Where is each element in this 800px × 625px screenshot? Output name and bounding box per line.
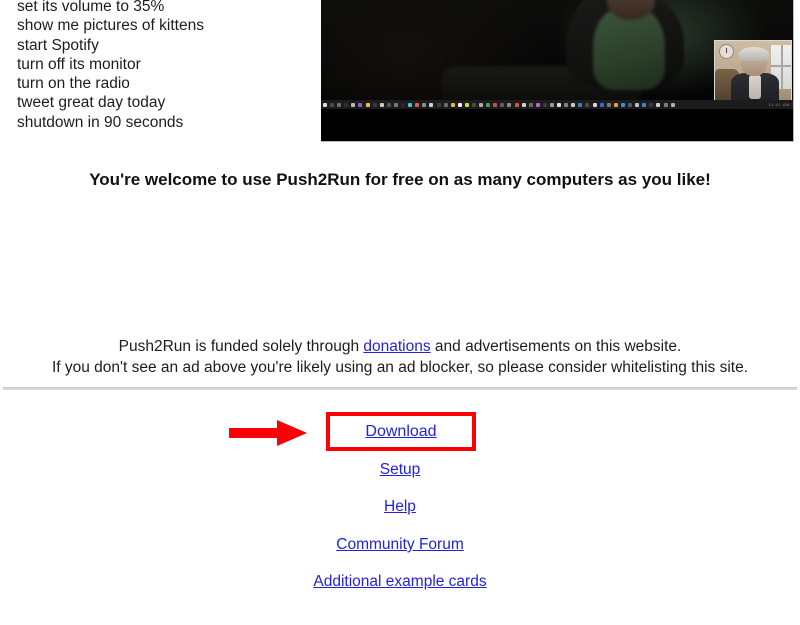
taskbar-icon [571, 102, 576, 107]
taskbar-icon [358, 102, 363, 107]
taskbar-icon [408, 102, 413, 107]
taskbar-icon [365, 102, 370, 107]
demo-video-thumbnail[interactable]: 11:41 AM [321, 0, 794, 142]
presenter-shirt [749, 75, 761, 99]
taskbar-icon [450, 102, 455, 107]
taskbar-icon [656, 102, 661, 107]
funding-line-2: If you don't see an ad above you're like… [51, 359, 749, 376]
taskbar-icon [635, 102, 640, 107]
taskbar-icon [323, 102, 327, 107]
taskbar-icon [493, 102, 498, 107]
taskbar-icon [620, 102, 625, 107]
community-forum-row: Community Forum [0, 536, 800, 554]
taskbar-icon [599, 102, 604, 107]
taskbar-icon [542, 102, 547, 107]
taskbar-icon [337, 102, 342, 107]
help-row: Help [0, 498, 800, 516]
taskbar-icon [351, 102, 356, 107]
funding-notice: Push2Run is funded solely through donati… [0, 336, 800, 378]
taskbar-icon [471, 102, 476, 107]
taskbar-icon [479, 102, 484, 107]
download-link[interactable]: Download [365, 423, 436, 441]
list-item: start Spotify [17, 36, 99, 54]
list-item: show me pictures of kittens [17, 17, 204, 35]
taskbar-icon [649, 102, 654, 107]
funding-text-before: Push2Run is funded solely through [118, 338, 364, 355]
taskbar-icon [429, 102, 434, 107]
taskbar-icon [500, 102, 505, 107]
taskbar-icon [443, 102, 448, 107]
windows-taskbar [321, 100, 793, 109]
clock-icon [719, 44, 734, 59]
taskbar-icon [613, 102, 618, 107]
taskbar-icon [393, 102, 398, 107]
community-forum-link[interactable]: Community Forum [336, 536, 463, 553]
taskbar-icon [592, 102, 597, 107]
setup-row: Setup [0, 461, 800, 479]
setup-link[interactable]: Setup [380, 461, 421, 478]
taskbar-icon [379, 102, 384, 107]
taskbar-tray-clock: 11:41 AM [768, 102, 790, 107]
taskbar-icon [557, 102, 562, 107]
taskbar-icon [585, 102, 590, 107]
video-screen-content [321, 0, 793, 110]
taskbar-icon [386, 102, 391, 107]
taskbar-icon [670, 102, 675, 107]
taskbar-icon [401, 102, 406, 107]
taskbar-icon [464, 102, 469, 107]
funding-line-1: Push2Run is funded solely through donati… [0, 336, 800, 357]
taskbar-icon [628, 102, 633, 107]
taskbar-icon [507, 102, 512, 107]
horizontal-divider [3, 387, 797, 390]
taskbar-icon [578, 102, 583, 107]
list-item: shutdown in 90 seconds [17, 113, 184, 131]
green-object [593, 8, 665, 90]
taskbar-icon [606, 102, 611, 107]
taskbar-icon [550, 102, 554, 107]
taskbar-icon [330, 102, 335, 107]
taskbar-icon [535, 102, 540, 107]
taskbar-icon [422, 102, 427, 107]
taskbar-icon [372, 102, 377, 107]
list-item: turn off its monitor [17, 55, 141, 73]
presenter-hair [739, 47, 769, 61]
page-title: You're welcome to use Push2Run for free … [89, 170, 711, 189]
red-arrow-icon [229, 420, 307, 446]
taskbar-icon [514, 102, 519, 107]
taskbar-icon [436, 102, 441, 107]
taskbar-icon [663, 102, 668, 107]
list-item: tweet great day today [17, 94, 166, 112]
taskbar-icon [564, 102, 569, 107]
additional-example-cards-link[interactable]: Additional example cards [313, 573, 486, 590]
help-link[interactable]: Help [384, 498, 416, 515]
taskbar-icon [457, 102, 462, 107]
example-commands-list: set its volume to 35% show me pictures o… [17, 0, 317, 132]
video-letterbox [321, 109, 793, 141]
taskbar-icon [642, 102, 647, 107]
list-item: set its volume to 35% [17, 0, 165, 15]
taskbar-icon [344, 102, 349, 107]
taskbar-icon [486, 102, 491, 107]
taskbar-icon [528, 102, 533, 107]
donations-link[interactable]: donations [363, 338, 430, 355]
webcam-inset [714, 40, 792, 102]
taskbar-icon [521, 102, 526, 107]
funding-text-after: and advertisements on this website. [430, 338, 682, 355]
download-highlight-box: Download [326, 412, 476, 451]
taskbar-icon [415, 102, 420, 107]
additional-example-cards-row: Additional example cards [0, 573, 800, 591]
list-item: turn on the radio [17, 75, 130, 93]
